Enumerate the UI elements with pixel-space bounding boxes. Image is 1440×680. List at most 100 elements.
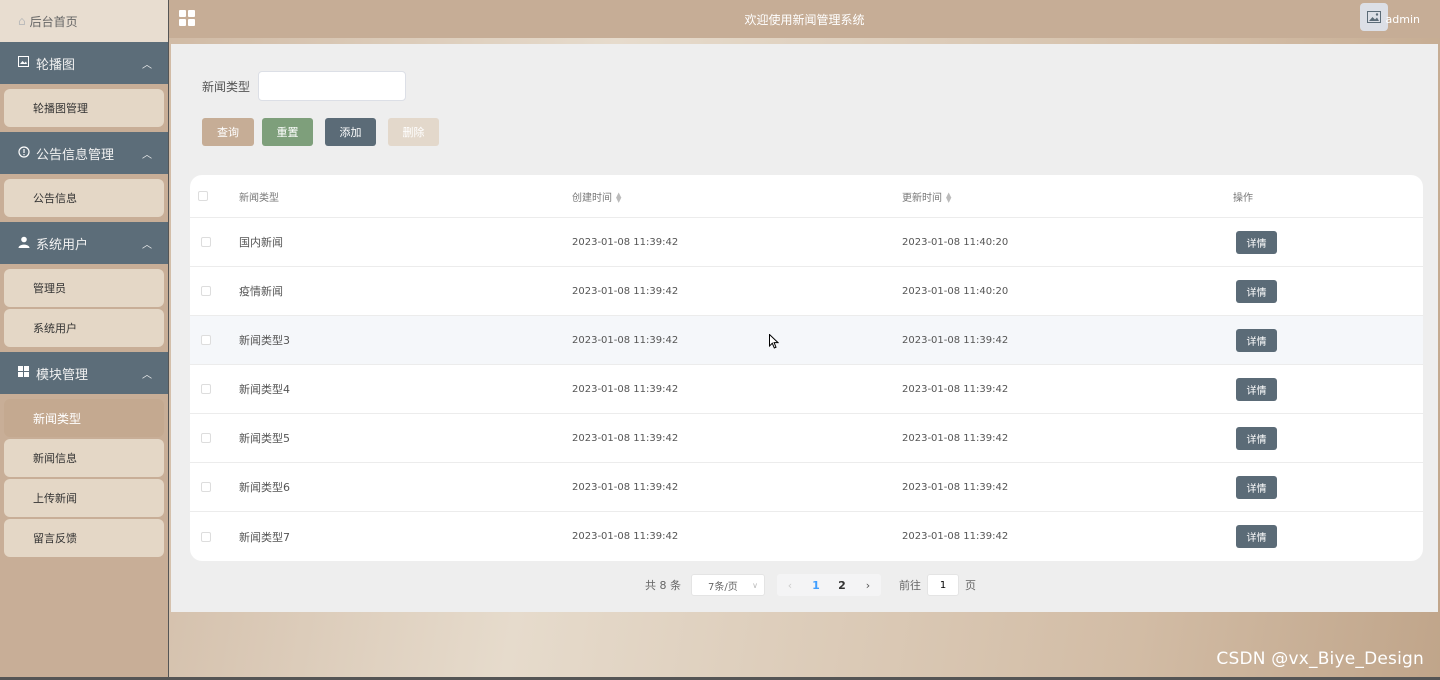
query-button[interactable]: 查询: [202, 118, 254, 146]
search-row: 新闻类型: [202, 71, 407, 101]
row-checkbox[interactable]: [201, 482, 211, 492]
sidebar: ⌂ 后台首页 轮播图 ︿ 轮播图管理 公告信息管理 ︿ 公告信息 系统用户 ︿ …: [0, 0, 169, 680]
detail-button[interactable]: 详情: [1236, 525, 1277, 548]
row-checkbox[interactable]: [201, 286, 211, 296]
detail-button[interactable]: 详情: [1236, 475, 1277, 499]
cell-created: 2023-01-08 11:39:42: [572, 285, 679, 297]
next-page-button[interactable]: ›: [855, 574, 881, 596]
row-checkbox[interactable]: [201, 433, 211, 443]
sidebar-item-notice[interactable]: 公告信息: [4, 179, 164, 217]
cell-type: 新闻类型3: [239, 334, 290, 347]
chevron-down-icon: ∨: [752, 580, 758, 590]
sidebar-group-label: 模块管理: [36, 367, 89, 383]
detail-button[interactable]: 详情: [1236, 279, 1277, 303]
chevron-up-icon: ︿: [142, 59, 152, 71]
detail-button[interactable]: 详情: [1236, 230, 1277, 254]
news-type-search-input[interactable]: [258, 71, 407, 101]
avatar[interactable]: [1360, 3, 1388, 31]
goto-suffix: 页: [965, 579, 976, 592]
select-all-checkbox[interactable]: [198, 191, 208, 201]
add-button[interactable]: 添加: [325, 118, 376, 146]
page-button-2[interactable]: 2: [829, 574, 855, 596]
top-header: 欢迎使用新闻管理系统 admin: [169, 0, 1440, 38]
table-row: 国内新闻 2023-01-08 11:39:42 2023-01-08 11:4…: [190, 218, 1423, 267]
cell-type: 新闻类型4: [239, 383, 290, 396]
sidebar-group-modules[interactable]: 模块管理 ︿: [0, 352, 168, 394]
cell-type: 新闻类型6: [239, 481, 290, 494]
sidebar-group-label: 系统用户: [36, 237, 89, 253]
sidebar-group-label: 公告信息管理: [36, 147, 115, 163]
reset-button[interactable]: 重置: [262, 118, 313, 146]
detail-button[interactable]: 详情: [1236, 377, 1277, 401]
table-header-row: 新闻类型 创建时间 ▲ ▼ 更新时间 ▲ ▼ 操作: [190, 175, 1423, 218]
prev-page-button[interactable]: ‹: [777, 574, 803, 596]
sidebar-item-system-user[interactable]: 系统用户: [4, 309, 164, 347]
column-header-created[interactable]: 创建时间 ▲ ▼: [572, 189, 621, 204]
detail-button[interactable]: 详情: [1236, 426, 1277, 450]
table-row: 疫情新闻 2023-01-08 11:39:42 2023-01-08 11:4…: [190, 267, 1423, 316]
grid-icon: [18, 366, 36, 380]
sidebar-group-users[interactable]: 系统用户 ︿: [0, 222, 168, 264]
watermark: CSDN @vx_Biye_Design: [1216, 649, 1424, 669]
sidebar-group-body: 轮播图管理: [0, 84, 168, 132]
goto-page-input[interactable]: [927, 574, 959, 596]
sidebar-item-upload-news[interactable]: 上传新闻: [4, 479, 164, 517]
detail-button[interactable]: 详情: [1236, 328, 1277, 352]
pagination: 共 8 条 7条/页 ∨ ‹ 1 2 › 前往 页: [645, 574, 976, 596]
cell-created: 2023-01-08 11:39:42: [572, 531, 679, 542]
column-header-action: 操作: [1233, 192, 1253, 204]
row-checkbox[interactable]: [201, 335, 211, 345]
table-row: 新闻类型7 2023-01-08 11:39:42 2023-01-08 11:…: [190, 512, 1423, 561]
sidebar-item-admin[interactable]: 管理员: [4, 269, 164, 307]
cell-updated: 2023-01-08 11:39:42: [902, 432, 1009, 444]
image-icon: [18, 56, 36, 70]
search-label: 新闻类型: [202, 79, 251, 94]
sidebar-group-carousel[interactable]: 轮播图 ︿: [0, 42, 168, 84]
image-icon: [1367, 11, 1381, 23]
page-size-select[interactable]: 7条/页 ∨: [691, 574, 765, 596]
chevron-up-icon: ︿: [142, 369, 152, 381]
cell-created: 2023-01-08 11:39:42: [572, 481, 679, 493]
page-nav: ‹ 1 2 ›: [777, 574, 881, 596]
home-icon: ⌂: [18, 14, 26, 28]
row-checkbox[interactable]: [201, 384, 211, 394]
chevron-up-icon: ︿: [142, 239, 152, 251]
chevron-up-icon: ︿: [142, 149, 152, 161]
page-size-value: 7条/页: [708, 581, 738, 593]
cell-updated: 2023-01-08 11:40:20: [902, 236, 1009, 248]
sidebar-item-feedback[interactable]: 留言反馈: [4, 519, 164, 557]
cell-updated: 2023-01-08 11:39:42: [902, 481, 1009, 493]
sort-icon[interactable]: ▲ ▼: [946, 191, 951, 203]
cell-type: 疫情新闻: [239, 285, 283, 298]
sidebar-home-label: 后台首页: [29, 14, 78, 29]
table-row: 新闻类型5 2023-01-08 11:39:42 2023-01-08 11:…: [190, 414, 1423, 463]
cell-type: 国内新闻: [239, 236, 283, 249]
sidebar-item-carousel-manage[interactable]: 轮播图管理: [4, 89, 164, 127]
sidebar-item-news-info[interactable]: 新闻信息: [4, 439, 164, 477]
goto-prefix: 前往: [899, 579, 921, 592]
cell-created: 2023-01-08 11:39:42: [572, 334, 679, 346]
cell-type: 新闻类型7: [239, 530, 290, 544]
sidebar-group-body: 公告信息: [0, 174, 168, 222]
mouse-cursor-icon: [769, 334, 779, 349]
page-button-1[interactable]: 1: [803, 574, 829, 596]
sidebar-group-label: 轮播图: [36, 57, 76, 73]
sidebar-group-notice[interactable]: 公告信息管理 ︿: [0, 132, 168, 174]
sidebar-home[interactable]: ⌂ 后台首页: [0, 0, 168, 42]
table-row: 新闻类型6 2023-01-08 11:39:42 2023-01-08 11:…: [190, 463, 1423, 512]
sidebar-item-news-type[interactable]: 新闻类型: [4, 399, 164, 437]
sort-icon[interactable]: ▲ ▼: [616, 191, 621, 203]
header-username[interactable]: admin: [1386, 13, 1420, 26]
table-row: 新闻类型3 2023-01-08 11:39:42 2023-01-08 11:…: [190, 316, 1423, 365]
row-checkbox[interactable]: [201, 237, 211, 247]
row-checkbox[interactable]: [201, 531, 211, 542]
column-header-type: 新闻类型: [239, 192, 279, 204]
cell-type: 新闻类型5: [239, 432, 290, 445]
cell-created: 2023-01-08 11:39:42: [572, 383, 679, 395]
toolbar: 查询 重置 添加 删除: [202, 118, 439, 146]
cell-updated: 2023-01-08 11:40:20: [902, 285, 1009, 297]
column-header-updated[interactable]: 更新时间 ▲ ▼: [902, 189, 951, 204]
data-table: 新闻类型 创建时间 ▲ ▼ 更新时间 ▲ ▼ 操作 国内新闻 2023-01-08 11…: [190, 175, 1423, 561]
sidebar-group-body: 管理员 系统用户: [0, 264, 168, 352]
delete-button[interactable]: 删除: [388, 118, 439, 146]
